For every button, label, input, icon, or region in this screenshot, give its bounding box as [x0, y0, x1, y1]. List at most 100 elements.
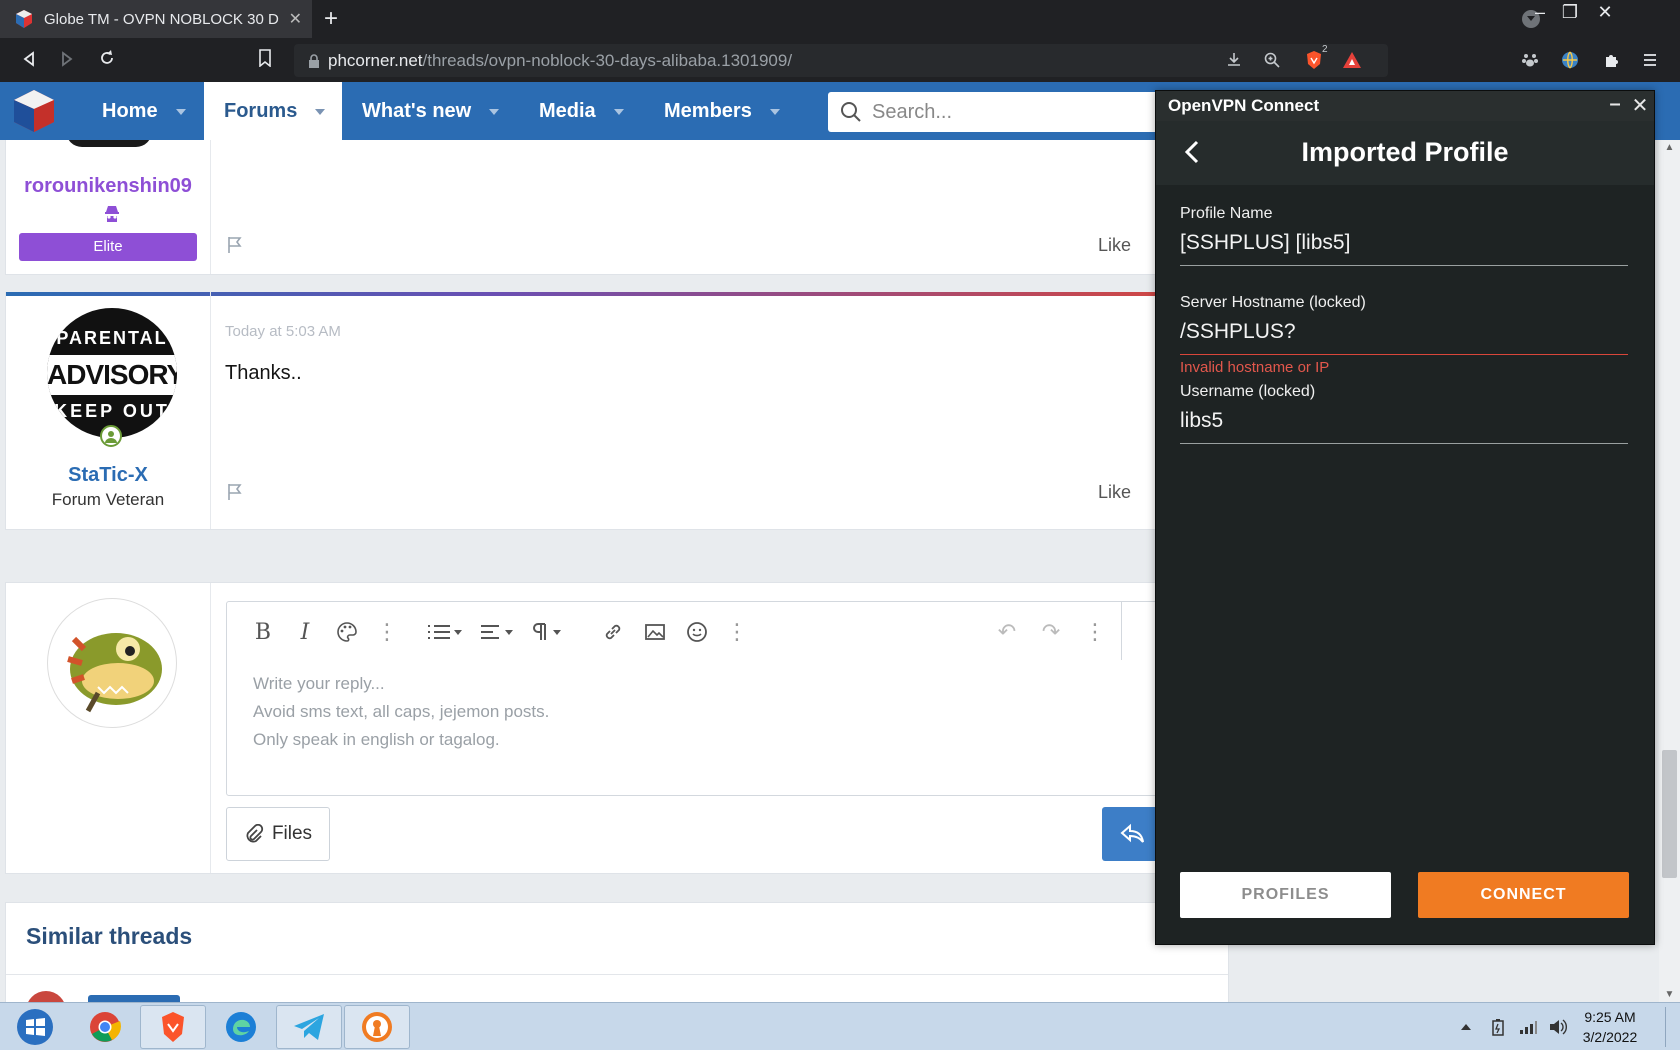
taskbar-openvpn[interactable]	[344, 1005, 410, 1049]
windows-start-icon	[17, 1009, 53, 1045]
reply-editor[interactable]: B I ⋮ ⋮ ↶ ↷ ⋮ Write your reply... Avoid …	[226, 601, 1236, 796]
chevron-down-icon[interactable]	[489, 108, 500, 120]
minimize-icon[interactable]: –	[1603, 93, 1627, 116]
username[interactable]: rorounikenshin09	[6, 175, 210, 198]
divider	[6, 974, 1228, 975]
show-desktop-button[interactable]	[1665, 1007, 1677, 1047]
report-flag-icon[interactable]	[225, 235, 245, 255]
tab-close-icon[interactable]: ✕	[289, 9, 302, 29]
nav-home-label: Home	[102, 99, 158, 122]
connect-button[interactable]: CONNECT	[1418, 872, 1629, 918]
new-tab-button[interactable]: +	[318, 6, 344, 32]
tab-title: Globe TM - OVPN NOBLOCK 30 D	[44, 10, 279, 28]
download-icon[interactable]	[1220, 46, 1248, 74]
profile-name-input[interactable]: [SSHPLUS] [libs5]	[1180, 231, 1628, 266]
like-button[interactable]: Like	[1098, 235, 1131, 256]
elite-badge: Elite	[19, 233, 197, 261]
extension-globe-icon[interactable]	[1556, 46, 1584, 74]
bold-icon[interactable]: B	[247, 616, 279, 648]
avatar[interactable]	[47, 598, 177, 728]
attach-files-button[interactable]: Files	[226, 807, 330, 861]
minimize-icon[interactable]: –	[1525, 2, 1555, 23]
chevron-down-icon[interactable]	[175, 108, 186, 120]
page-scrollbar[interactable]: ▲ ▼	[1659, 140, 1680, 1002]
more-options-icon[interactable]: ⋮	[371, 616, 403, 648]
thread-prefix-badge	[88, 995, 180, 1002]
emoji-icon[interactable]	[681, 616, 713, 648]
system-clock[interactable]: 9:25 AM 3/2/2022	[1572, 1007, 1648, 1047]
brave-rewards-icon[interactable]	[1338, 46, 1366, 74]
nav-forums[interactable]: Forums	[204, 82, 342, 140]
lock-icon	[300, 44, 328, 77]
nav-members[interactable]: Members	[664, 82, 780, 140]
zoom-icon[interactable]	[1258, 46, 1286, 74]
show-hidden-icons-icon[interactable]	[1456, 1017, 1476, 1037]
username[interactable]: StaTic-X	[6, 464, 210, 487]
restore-icon[interactable]: ❐	[1555, 2, 1585, 23]
network-icon[interactable]	[1518, 1017, 1538, 1037]
bookmark-button[interactable]	[250, 46, 280, 76]
extension-paw-icon[interactable]	[1516, 46, 1544, 74]
openvpn-header: Imported Profile	[1156, 121, 1654, 185]
power-icon[interactable]	[1488, 1017, 1508, 1037]
report-flag-icon[interactable]	[225, 482, 245, 502]
profiles-button[interactable]: PROFILES	[1180, 872, 1391, 918]
undo-icon[interactable]: ↶	[991, 616, 1023, 648]
bookmark-icon	[259, 49, 271, 68]
reply-placeholder-line-1: Write your reply...	[253, 674, 385, 693]
start-button[interactable]	[0, 1005, 70, 1049]
avatar-line-1: PARENTAL	[56, 328, 168, 348]
back-button[interactable]	[14, 46, 44, 76]
taskbar-brave[interactable]	[140, 1005, 206, 1049]
brave-shields-icon[interactable]: 2	[1300, 44, 1328, 74]
redo-icon[interactable]: ↷	[1035, 616, 1067, 648]
taskbar-telegram[interactable]	[276, 1005, 342, 1049]
nav-whats-new[interactable]: What's new	[362, 82, 500, 140]
url-path: /threads/ovpn-noblock-30-days-alibaba.13…	[422, 50, 793, 70]
align-icon[interactable]	[477, 616, 517, 648]
reload-button[interactable]	[92, 46, 122, 76]
profile-name-field[interactable]: Profile Name [SSHPLUS] [libs5]	[1180, 205, 1628, 266]
browser-tab[interactable]: Globe TM - OVPN NOBLOCK 30 D ✕	[0, 0, 312, 38]
username-value: libs5	[1180, 409, 1628, 444]
avatar[interactable]	[66, 140, 152, 147]
openvpn-titlebar[interactable]: OpenVPN Connect – ✕	[1156, 91, 1654, 121]
volume-icon[interactable]	[1548, 1017, 1568, 1037]
quick-reply: B I ⋮ ⋮ ↶ ↷ ⋮ Write your reply... Avoid …	[5, 582, 1236, 874]
image-icon[interactable]	[639, 616, 671, 648]
scroll-down-icon[interactable]: ▼	[1659, 989, 1680, 1000]
nav-home[interactable]: Home	[80, 82, 208, 140]
menu-icon[interactable]	[1636, 46, 1664, 74]
avatar[interactable]	[26, 991, 66, 1002]
nav-forums-label: Forums	[224, 99, 298, 122]
clock-time: 9:25 AM	[1584, 1009, 1636, 1025]
site-search-input[interactable]: Search...	[828, 92, 1158, 132]
online-status-icon	[100, 425, 122, 447]
window-close-icon[interactable]: ✕	[1590, 2, 1620, 23]
more-options-icon[interactable]: ⋮	[721, 616, 753, 648]
forward-button[interactable]	[52, 46, 82, 76]
nav-media[interactable]: Media	[539, 82, 624, 140]
close-icon[interactable]: ✕	[1628, 93, 1652, 118]
taskbar-chrome[interactable]	[72, 1005, 138, 1049]
post-date[interactable]: Today at 5:03 AM	[225, 323, 341, 340]
extensions-puzzle-icon[interactable]	[1598, 46, 1626, 74]
like-button[interactable]: Like	[1098, 482, 1131, 503]
scroll-up-icon[interactable]: ▲	[1659, 142, 1680, 153]
taskbar-edge[interactable]	[208, 1005, 274, 1049]
palette-icon[interactable]	[331, 616, 363, 648]
post-user-panel: rorounikenshin09 Elite	[6, 140, 211, 274]
scrollbar-thumb[interactable]	[1662, 750, 1677, 878]
link-icon[interactable]	[597, 616, 629, 648]
list-icon[interactable]	[423, 616, 467, 648]
avatar[interactable]: PARENTAL ADVISORY KEEP OUT	[47, 308, 177, 438]
italic-icon[interactable]: I	[289, 616, 321, 648]
more-options-icon[interactable]: ⋮	[1079, 616, 1111, 648]
similar-threads-block: Similar threads	[5, 902, 1229, 1002]
phcorner-logo[interactable]	[10, 87, 58, 135]
browser-tab-strip: Globe TM - OVPN NOBLOCK 30 D ✕ + – ❐ ✕	[0, 0, 1680, 38]
chevron-down-icon[interactable]	[613, 108, 624, 120]
chevron-down-icon[interactable]	[315, 108, 326, 120]
paragraph-icon[interactable]	[527, 616, 567, 648]
chevron-down-icon[interactable]	[769, 108, 780, 120]
